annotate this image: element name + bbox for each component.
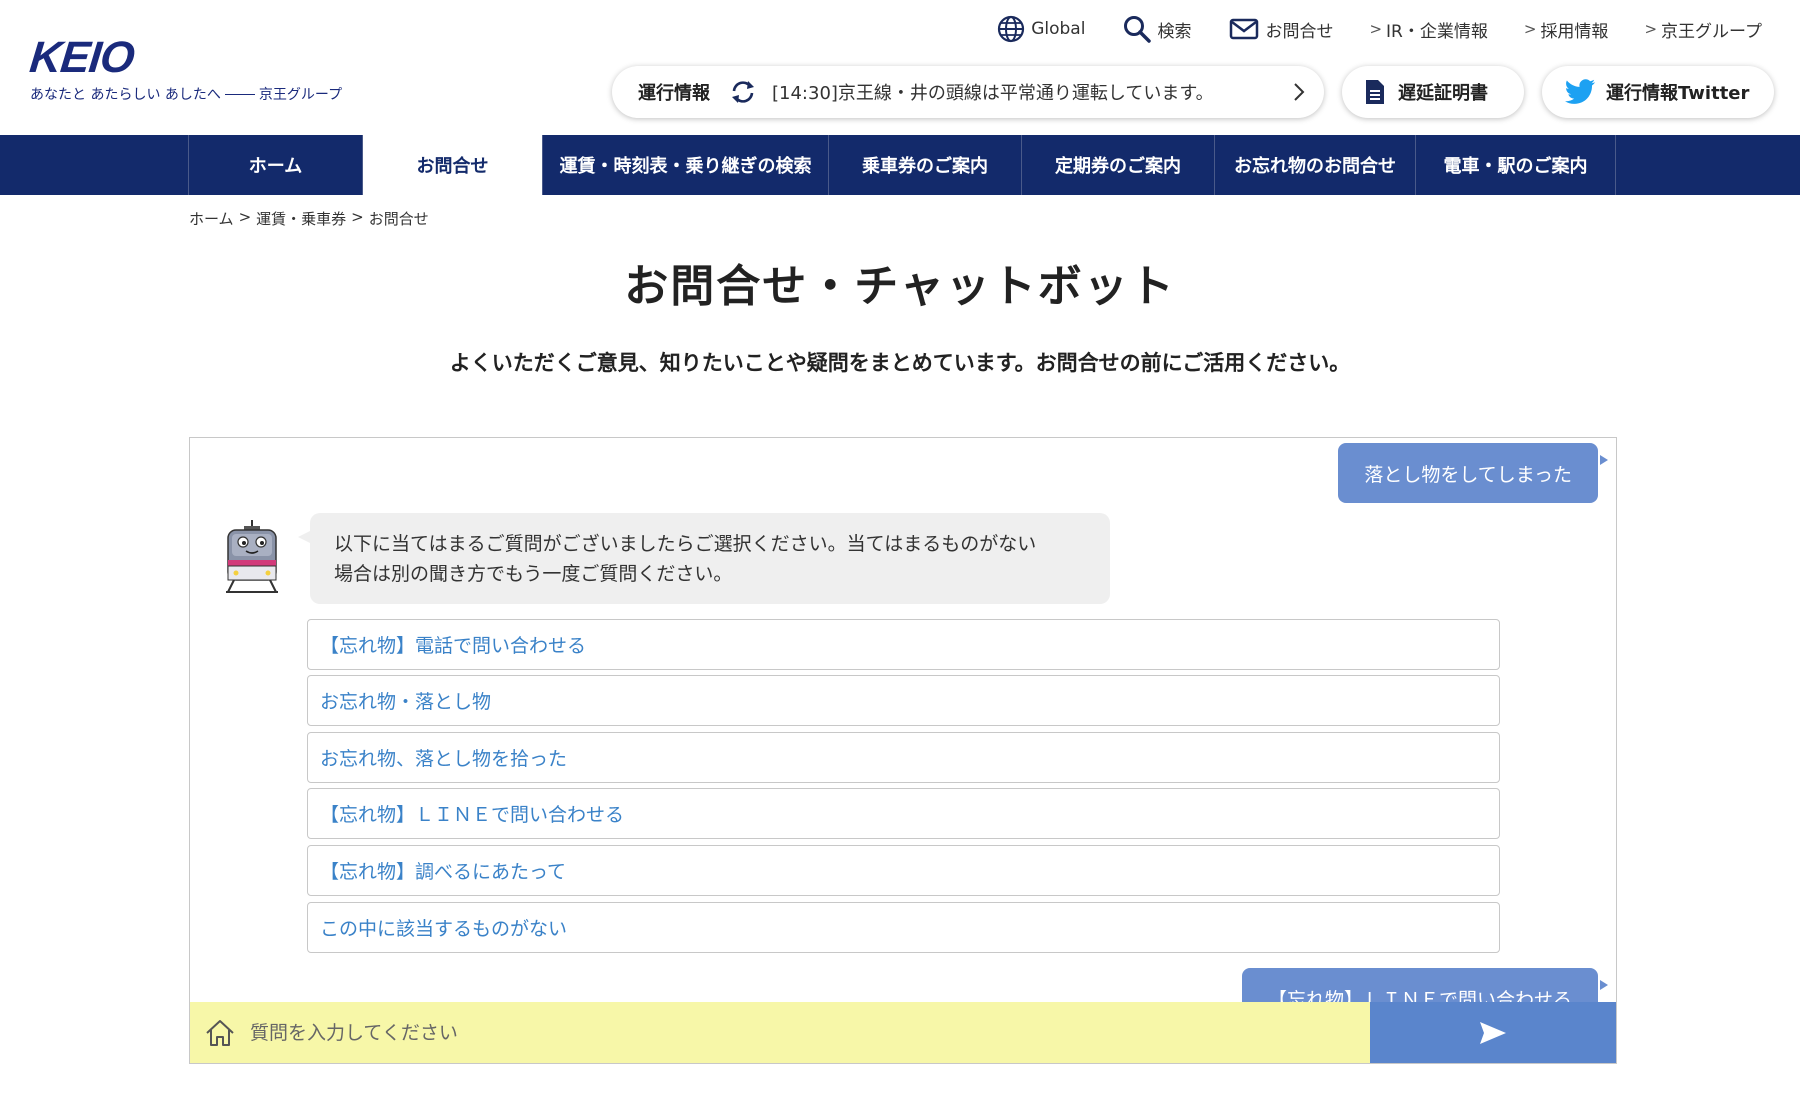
chat-home-button[interactable] <box>190 1002 250 1063</box>
top-link-group[interactable]: > 京王グループ <box>1644 17 1762 42</box>
chat-option-found-item[interactable]: お忘れ物、落とし物を拾った <box>307 732 1500 783</box>
chat-option-line[interactable]: 【忘れ物】ＬＩＮＥで問い合わせる <box>307 788 1500 839</box>
user-message: 【忘れ物】ＬＩＮＥで問い合わせる <box>1241 968 1609 1002</box>
top-link-recruit[interactable]: > 採用情報 <box>1524 17 1609 42</box>
nav-item-trains-stations[interactable]: 電車・駅のご案内 <box>1416 135 1616 195</box>
logo-group-text: 京王グループ <box>258 87 343 103</box>
home-icon <box>206 1020 234 1046</box>
service-status-button[interactable]: 運行情報 [14:30]京王線・井の頭線は平常通り運転しています。 <box>612 66 1324 118</box>
logo-wordmark: KEIO <box>27 33 137 82</box>
top-link-global[interactable]: Global <box>997 15 1085 43</box>
chevron-right-icon: > <box>1523 20 1537 38</box>
chat-option-lost-items[interactable]: お忘れ物・落とし物 <box>307 675 1500 726</box>
top-link-search-label: 検索 <box>1157 21 1192 42</box>
page-title: お問合せ・チャットボット <box>624 261 1176 312</box>
logo-dash <box>224 93 255 95</box>
top-link-global-label: Global <box>1031 19 1086 39</box>
bot-message-line: 以下に当てはまるご質問がございましたらご選択ください。当てはまるものがない <box>334 533 1037 555</box>
twitter-icon <box>1564 79 1596 104</box>
nav-item-fare-search[interactable]: 運賃・時刻表・乗り継ぎの検索 <box>543 135 829 195</box>
chat-option-none[interactable]: この中に該当するものがない <box>307 902 1500 953</box>
chevron-right-icon: > <box>1369 20 1383 38</box>
breadcrumb-home[interactable]: ホーム <box>189 208 234 229</box>
chat-input-bar <box>190 1002 1616 1063</box>
breadcrumb-separator: > <box>351 208 364 226</box>
nav-item-home[interactable]: ホーム <box>189 135 363 195</box>
twitter-label: 運行情報Twitter <box>1606 83 1750 104</box>
top-link-recruit-label: 採用情報 <box>1540 21 1609 42</box>
train-mascot-icon <box>226 520 278 593</box>
chatbot-panel: 落とし物をしてしまった 以下に当てはまるご質問がございましたらご選択ください。当… <box>189 437 1617 1064</box>
top-link-ir-label: IR・企業情報 <box>1386 21 1488 42</box>
top-link-search[interactable]: 検索 <box>1123 15 1191 43</box>
chat-send-button[interactable] <box>1370 1002 1616 1063</box>
service-status-label: 運行情報 <box>638 83 710 104</box>
bot-message: 以下に当てはまるご質問がございましたらご選択ください。当てはまるものがない 場合… <box>298 513 1110 604</box>
breadcrumb: ホーム > 運賃・乗車券 > お問合せ <box>189 208 429 229</box>
document-icon <box>1366 80 1384 104</box>
nav-item-lost-items[interactable]: お忘れ物のお問合せ <box>1215 135 1416 195</box>
logo-tagline: あなたと あたらしい あしたへ 京王グループ <box>30 84 342 104</box>
keio-logo[interactable]: KEIO あなたと あたらしい あしたへ 京王グループ <box>27 33 342 104</box>
breadcrumb-current: お問合せ <box>368 210 429 228</box>
delay-certificate-label: 遅延証明書 <box>1398 83 1488 104</box>
breadcrumb-fares[interactable]: 運賃・乗車券 <box>256 208 346 229</box>
refresh-icon <box>732 81 754 103</box>
chevron-right-icon: > <box>1644 20 1658 38</box>
nav-item-contact[interactable]: お問合せ <box>363 135 543 195</box>
top-link-ir[interactable]: > IR・企業情報 <box>1369 17 1487 42</box>
main-nav-items: ホーム お問合せ 運賃・時刻表・乗り継ぎの検索 乗車券のご案内 定期券のご案内 … <box>188 135 1616 195</box>
chat-option-phone[interactable]: 【忘れ物】電話で問い合わせる <box>307 619 1500 670</box>
main-nav: ホーム お問合せ 運賃・時刻表・乗り継ぎの検索 乗車券のご案内 定期券のご案内 … <box>0 135 1800 195</box>
search-icon <box>1124 16 1152 43</box>
globe-icon <box>998 15 1025 43</box>
chat-option-search-tips[interactable]: 【忘れ物】調べるにあたって <box>307 845 1500 896</box>
chat-log[interactable]: 落とし物をしてしまった 以下に当てはまるご質問がございましたらご選択ください。当… <box>190 438 1616 1002</box>
breadcrumb-separator: > <box>238 208 252 226</box>
nav-item-commuter-pass[interactable]: 定期券のご案内 <box>1022 135 1215 195</box>
top-utility-links: Global 検索 お問合せ > IR・企業情報 > 採用情報 > 京王グループ <box>959 14 1762 44</box>
page-subtitle: よくいただくご意見、知りたいことや疑問をまとめています。お問合せの前にご活用くだ… <box>449 351 1351 375</box>
top-link-contact[interactable]: お問合せ <box>1229 17 1333 42</box>
logo-tagline-text: あなたと あたらしい あしたへ <box>30 87 221 103</box>
chevron-right-icon <box>1294 83 1305 101</box>
user-message: 落とし物をしてしまった <box>1338 443 1608 503</box>
nav-item-tickets[interactable]: 乗車券のご案内 <box>829 135 1022 195</box>
delay-certificate-button[interactable]: 遅延証明書 <box>1342 66 1524 118</box>
chat-question-input[interactable] <box>250 1002 1370 1063</box>
chat-input-area <box>190 1002 1370 1063</box>
service-status-message: [14:30]京王線・井の頭線は平常通り運転しています。 <box>772 83 1214 104</box>
bot-message-line: 場合は別の聞き方でもう一度ご質問ください。 <box>334 563 733 585</box>
send-icon <box>1480 1022 1506 1044</box>
twitter-button[interactable]: 運行情報Twitter <box>1542 66 1774 118</box>
top-link-contact-label: お問合せ <box>1265 21 1334 42</box>
mail-icon <box>1230 18 1259 40</box>
top-link-group-label: 京王グループ <box>1661 21 1762 42</box>
